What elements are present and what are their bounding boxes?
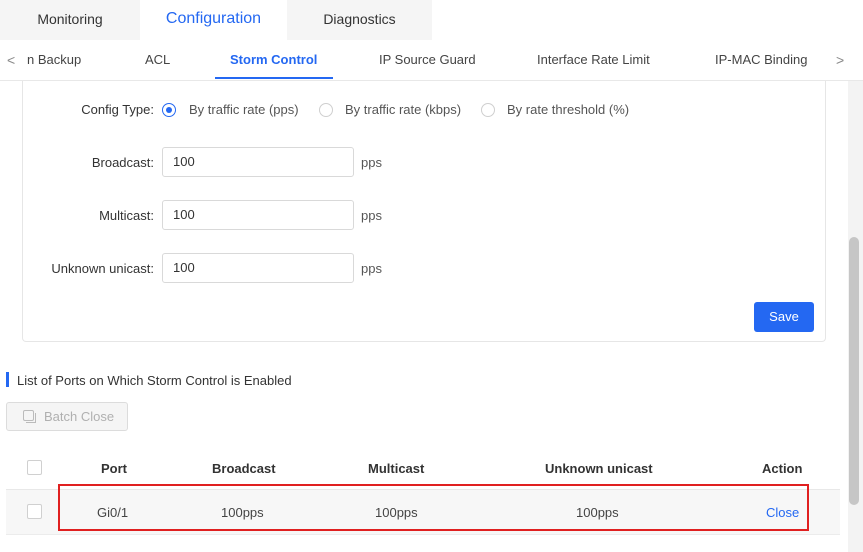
sub-tab-acl[interactable]: ACL <box>145 40 170 79</box>
unknown-unicast-input[interactable]: 100 <box>162 253 354 283</box>
tab-configuration[interactable]: Configuration <box>140 0 287 40</box>
scrollbar-thumb[interactable] <box>849 237 859 505</box>
column-port: Port <box>101 461 127 476</box>
broadcast-input[interactable]: 100 <box>162 147 354 177</box>
tab-diagnostics[interactable]: Diagnostics <box>287 0 432 40</box>
scroll-right-arrow-icon[interactable]: > <box>836 40 844 80</box>
column-unknown-unicast: Unknown unicast <box>545 461 653 476</box>
column-broadcast: Broadcast <box>212 461 276 476</box>
section-title: List of Ports on Which Storm Control is … <box>17 373 292 388</box>
table-header: Port Broadcast Multicast Unknown unicast… <box>6 452 840 490</box>
sub-tab-backup[interactable]: n Backup <box>27 40 81 79</box>
active-tab-underline <box>215 77 333 79</box>
unknown-unicast-unit: pps <box>361 261 382 276</box>
top-tab-bar: Monitoring Configuration Diagnostics <box>0 0 863 40</box>
select-all-checkbox[interactable] <box>27 460 42 475</box>
column-multicast: Multicast <box>368 461 425 476</box>
radio-traffic-rate-pps[interactable] <box>162 103 176 117</box>
radio-label-threshold[interactable]: By rate threshold (%) <box>507 102 629 117</box>
radio-label-pps[interactable]: By traffic rate (pps) <box>189 102 299 117</box>
unknown-unicast-label: Unknown unicast: <box>51 261 154 276</box>
section-marker <box>6 372 9 387</box>
save-button[interactable]: Save <box>754 302 814 332</box>
sub-tab-ip-mac-binding[interactable]: IP-MAC Binding <box>715 40 807 79</box>
scroll-left-arrow-icon[interactable]: < <box>7 40 15 80</box>
batch-close-label: Batch Close <box>44 409 115 424</box>
sub-tab-ip-source-guard[interactable]: IP Source Guard <box>379 40 476 79</box>
batch-close-icon <box>23 410 36 423</box>
sub-tab-bar: n Backup ACL Storm Control IP Source Gua… <box>0 40 863 81</box>
cell-unknown-unicast: 100pps <box>576 505 619 520</box>
radio-label-kbps[interactable]: By traffic rate (kbps) <box>345 102 461 117</box>
close-link[interactable]: Close <box>766 505 799 520</box>
sub-tab-storm-control[interactable]: Storm Control <box>230 40 317 79</box>
batch-close-button[interactable]: Batch Close <box>6 402 128 431</box>
tab-monitoring[interactable]: Monitoring <box>0 0 140 40</box>
cell-port: Gi0/1 <box>97 505 129 520</box>
row-checkbox[interactable] <box>27 504 42 519</box>
table-row: Gi0/1 100pps 100pps 100pps Close <box>6 490 840 535</box>
config-type-label: Config Type: <box>81 102 154 117</box>
broadcast-label: Broadcast: <box>91 155 154 170</box>
multicast-label: Multicast: <box>99 208 154 223</box>
cell-multicast: 100pps <box>375 505 418 520</box>
multicast-unit: pps <box>361 208 382 223</box>
sub-tab-interface-rate-limit[interactable]: Interface Rate Limit <box>537 40 650 79</box>
cell-broadcast: 100pps <box>221 505 264 520</box>
multicast-input[interactable]: 100 <box>162 200 354 230</box>
radio-rate-threshold[interactable] <box>481 103 495 117</box>
radio-traffic-rate-kbps[interactable] <box>319 103 333 117</box>
broadcast-unit: pps <box>361 155 382 170</box>
column-action: Action <box>762 461 803 476</box>
